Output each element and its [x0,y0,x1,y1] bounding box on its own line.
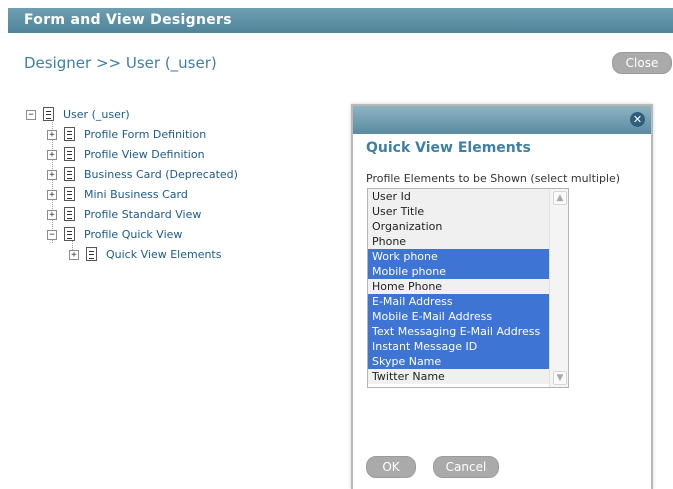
profile-elements-label: Profile Elements to be Shown (select mul… [366,172,621,185]
close-button[interactable]: Close [612,52,672,74]
scroll-up-icon[interactable]: ▲ [553,191,567,205]
list-option[interactable]: Text Messaging E-Mail Address [368,324,550,339]
tree-node-label: Quick View Elements [106,248,222,261]
list-option[interactable]: Skype Name [368,354,550,369]
window-title-bar: Form and View Designers [8,8,673,33]
list-option[interactable]: Home Phone [368,279,550,294]
cancel-button[interactable]: Cancel [433,456,499,478]
document-icon [43,107,54,121]
document-icon [64,167,75,181]
scroll-down-icon[interactable]: ▼ [553,371,567,385]
list-option[interactable]: Mobile E-Mail Address [368,309,550,324]
close-icon[interactable]: ✕ [630,112,645,127]
expand-icon[interactable]: + [47,130,57,140]
list-option[interactable]: Phone [368,234,550,249]
list-option[interactable]: E-Mail Address [368,294,550,309]
tree-node-label: User (_user) [63,108,130,121]
page-title: Designer >> User (_user) [24,54,217,72]
collapse-icon[interactable]: − [26,110,36,120]
tree-node-label: Profile Standard View [84,208,202,221]
list-option[interactable]: User Title [368,204,550,219]
profile-elements-listbox[interactable]: User Id User Title Organization Phone Wo… [367,188,569,388]
ok-button[interactable]: OK [366,456,416,478]
tree-node-label: Profile View Definition [84,148,205,161]
list-option[interactable]: Twitter Name [368,369,550,384]
document-icon [64,227,75,241]
expand-icon[interactable]: + [47,170,57,180]
document-icon [64,207,75,221]
list-option[interactable]: Mobile phone [368,264,550,279]
document-icon [64,187,75,201]
list-option[interactable]: Organization [368,219,550,234]
tree-node-label: Profile Quick View [84,228,183,241]
listbox-scrollbar[interactable]: ▲ ▼ [549,189,568,387]
dialog-title: Quick View Elements [366,140,531,156]
document-icon [86,247,97,261]
list-option[interactable]: Instant Message ID [368,339,550,354]
window-title: Form and View Designers [24,12,232,28]
tree-node-label: Business Card (Deprecated) [84,168,238,181]
tree-node-label: Profile Form Definition [84,128,207,141]
dialog-header: ✕ [353,106,651,134]
list-option[interactable]: User Id [368,189,550,204]
document-icon [64,147,75,161]
list-option[interactable]: Work phone [368,249,550,264]
quick-view-elements-dialog: ✕ Quick View Elements Profile Elements t… [351,104,653,489]
expand-icon[interactable]: + [47,150,57,160]
collapse-icon[interactable]: − [47,230,57,240]
expand-icon[interactable]: + [47,190,57,200]
document-icon [64,127,75,141]
expand-icon[interactable]: + [69,250,79,260]
tree-node-label: Mini Business Card [84,188,188,201]
expand-icon[interactable]: + [47,210,57,220]
